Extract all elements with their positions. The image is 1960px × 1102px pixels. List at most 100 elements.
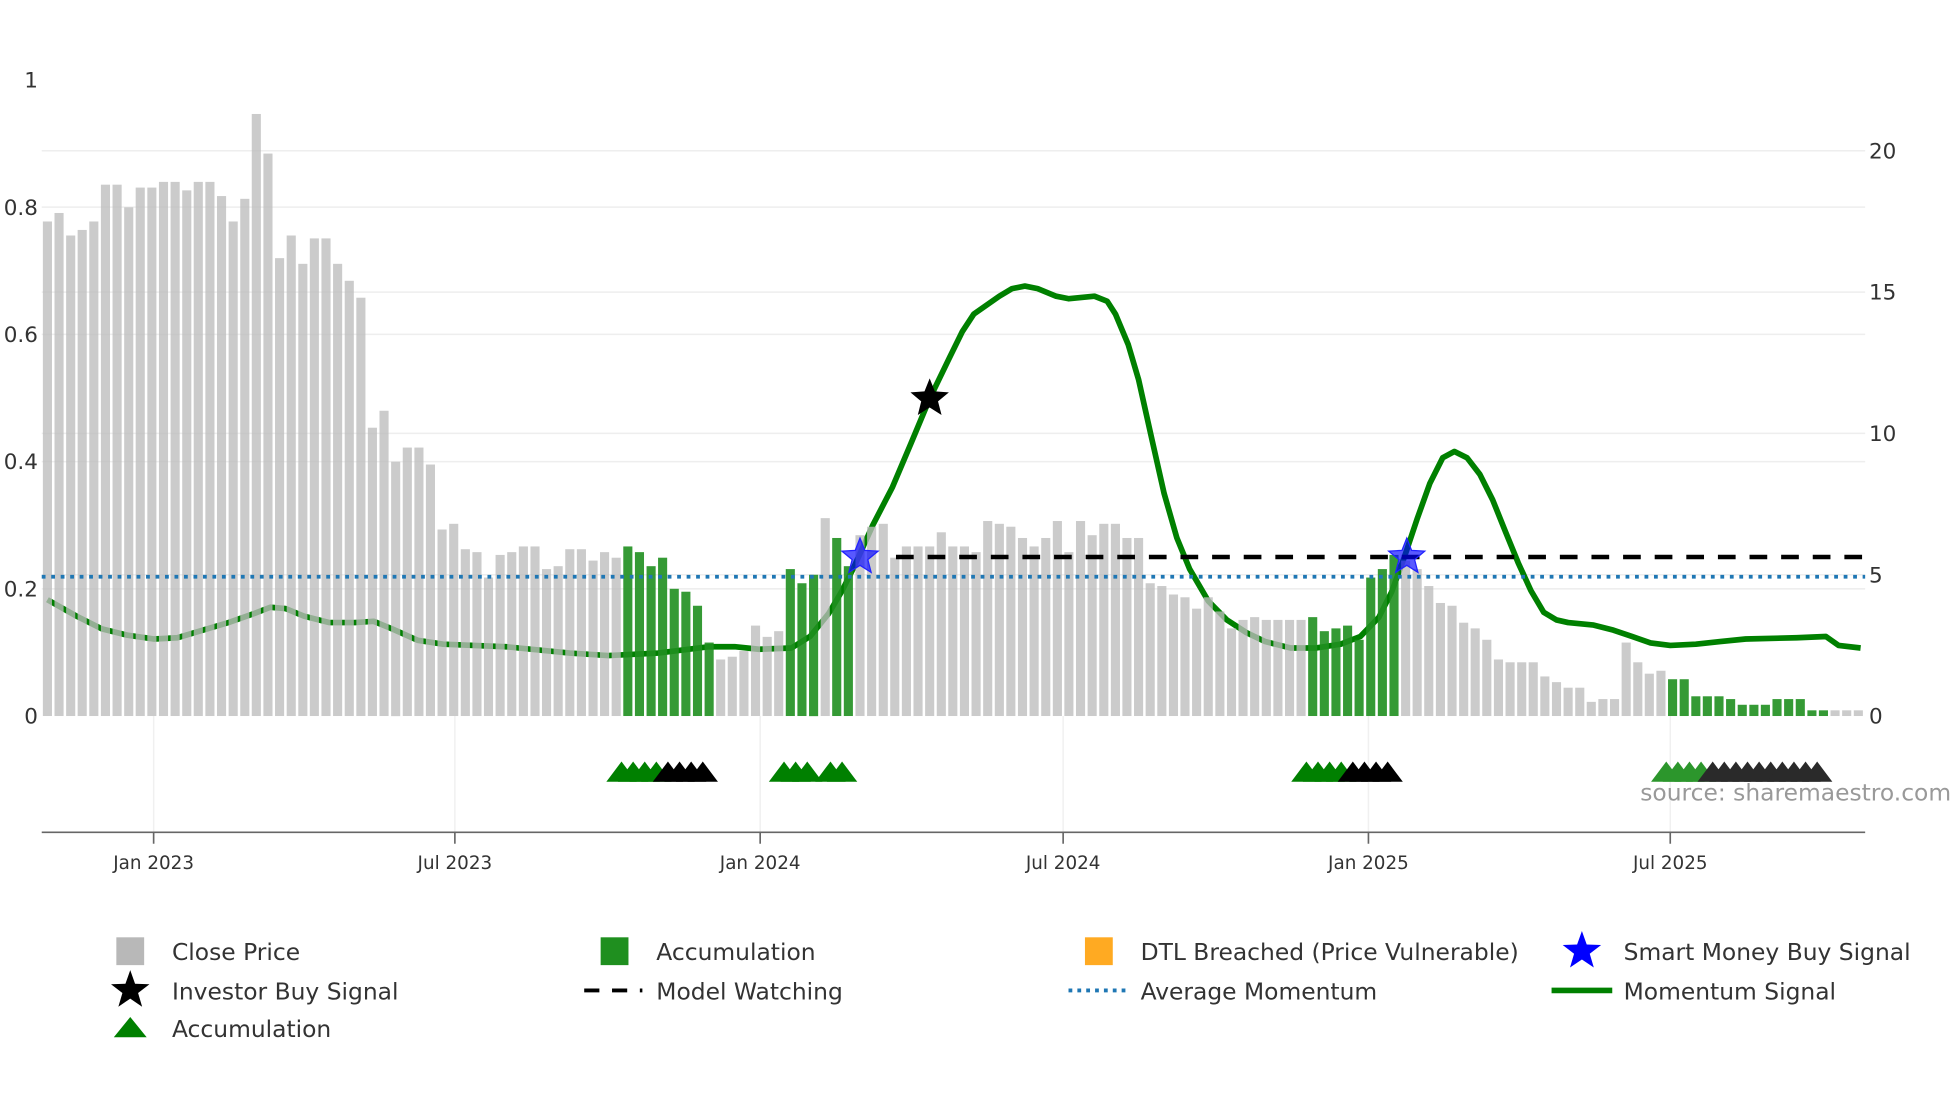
close-price-bar [518,546,528,717]
close-price-bar [588,560,598,717]
legend: Close Price Accumulation DTL Breached (Pri… [111,930,1911,1043]
legend-square-icon [116,937,145,966]
legend-item: Smart Money Buy Signal [1562,930,1911,968]
source-label: source: sharemaestro.com [1640,779,1951,807]
close-price-bar [1482,639,1492,717]
legend-label: Model Watching [656,977,843,1005]
right-tick-label: 10 [1869,422,1896,447]
close-price-bar [1528,662,1538,717]
right-tick-label: 15 [1869,281,1896,306]
close-price-bar [1099,523,1109,717]
close-price-bar [1261,619,1271,717]
close-price-bar [762,636,772,717]
accumulation-bar [1354,639,1364,717]
close-price-bar [936,532,946,717]
close-price-bar [483,577,494,717]
close-price-bar [1505,662,1515,717]
close-price-bar [228,221,238,717]
close-price-bar [1075,521,1086,717]
investor-buy-star [910,378,949,415]
legend-label: Investor Buy Signal [172,977,399,1005]
close-price-bar [1575,687,1585,717]
close-price-bar [286,235,296,717]
close-price-bar [216,196,227,717]
accumulation-bar [1377,569,1387,717]
accumulation-bar [1795,699,1805,717]
close-price-bar [1598,699,1608,717]
accumulation-bar [1737,704,1747,717]
accumulation-bar [681,591,691,717]
close-price-bar [193,181,203,717]
close-price-bar [1029,546,1039,717]
close-price-bar [124,207,134,717]
close-price-bar [1110,523,1120,717]
close-price-bar [716,659,726,717]
left-tick-label: 0.4 [4,450,38,475]
right-tick-label: 0 [1869,705,1883,730]
close-price-bar [774,631,784,717]
legend-square-icon [600,937,629,966]
legend-label: Accumulation [172,1015,331,1043]
close-price-bar [820,518,830,717]
close-price-bar [1621,642,1631,717]
close-price-bar [727,656,737,717]
close-price-bar [263,153,273,717]
close-price-bar [948,546,958,717]
close-price-bar [1424,586,1434,717]
close-price-bar [611,557,621,717]
close-price-bar [1435,602,1445,717]
close-price-bar [1157,586,1167,717]
accumulation-bar [1308,617,1318,717]
legend-star-icon [111,970,150,1007]
close-price-bar [449,523,459,717]
close-price-bar [901,546,911,717]
right-tick-label: 5 [1869,563,1883,588]
close-price-bar [158,181,169,717]
accumulation-bar [1807,710,1817,717]
close-price-bar [890,557,900,717]
legend-item: Accumulation [113,1015,331,1043]
accumulation-bar [1343,625,1353,717]
close-price-bar [1586,701,1596,717]
close-price-bar [437,529,447,717]
close-price-bar [1041,537,1051,717]
x-tick-label: Jan 2024 [719,853,801,874]
accumulation-bar [658,557,668,717]
close-price-bar [402,447,412,717]
legend-item: Average Momentum [1068,977,1378,1005]
close-price-bar [1470,628,1480,717]
close-price-bar [495,554,505,717]
close-price-bar [1273,619,1283,717]
close-price-bar [541,569,552,717]
accumulation-bar [1726,699,1736,717]
legend-label: Average Momentum [1141,977,1378,1005]
accumulation-bar [1760,704,1770,717]
close-price-bar [77,229,87,717]
left-tick-label: 0.8 [4,196,38,221]
close-price-bar [1633,662,1643,717]
accumulation-bar [832,537,842,717]
close-price-bar [275,258,285,717]
close-price-bar [391,461,401,717]
accumulation-bar [623,546,633,717]
close-price-bar [1192,608,1202,717]
accumulation-bar [1714,696,1724,717]
close-price-bar [1644,673,1654,717]
close-price-bar [1459,622,1469,717]
close-price-bar [750,625,761,717]
close-price-bar [1563,687,1573,717]
legend-item: Accumulation [600,937,816,966]
accumulation-bar [646,566,656,717]
close-price-bar [367,427,377,717]
close-price-bar [298,263,308,717]
accumulation-bar [1319,631,1329,717]
close-price-bar [205,181,215,717]
close-price-bar [1238,619,1248,717]
close-price-bar [1842,710,1852,717]
left-tick-label: 0 [24,705,38,730]
legend-label: Momentum Signal [1624,977,1836,1005]
close-price-bar [112,184,122,717]
accumulation-bar [1772,699,1782,717]
accumulation-bar [1702,696,1712,717]
close-price-bar [66,235,76,717]
